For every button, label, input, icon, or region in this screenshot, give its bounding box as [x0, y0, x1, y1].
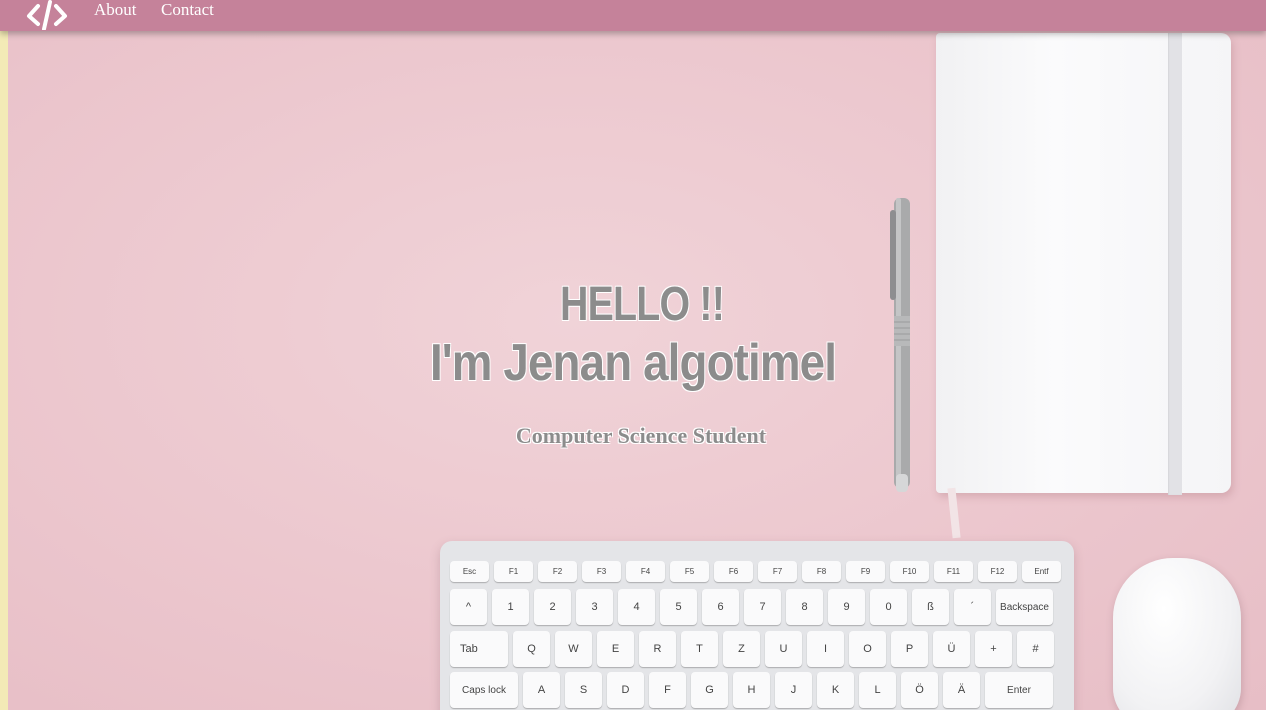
key: F1	[494, 561, 533, 582]
key: W	[555, 631, 592, 667]
key: 6	[702, 589, 739, 625]
key: 7	[744, 589, 781, 625]
key: F6	[714, 561, 753, 582]
key: F7	[758, 561, 797, 582]
key: F10	[890, 561, 929, 582]
key: 3	[576, 589, 613, 625]
key: F5	[670, 561, 709, 582]
key: F	[649, 672, 686, 708]
key: Q	[513, 631, 550, 667]
keyboard-qwertz-row: Tab Q W E R T Z U I O P Ü + #	[450, 631, 1054, 667]
hero-subtitle: Computer Science Student	[515, 423, 767, 448]
keyboard-fn-row: Esc F1 F2 F3 F4 F5 F6 F7 F8 F9 F10 F11 F…	[450, 561, 1061, 582]
key: I	[807, 631, 844, 667]
key: 8	[786, 589, 823, 625]
keyboard-home-row: Caps lock A S D F G H J K L Ö Ä Enter	[450, 672, 1053, 708]
hero-greeting: HELLO !!	[560, 278, 725, 331]
key: Tab	[450, 631, 508, 667]
nav-link-contact[interactable]: Contact	[161, 0, 214, 19]
key: J	[775, 672, 812, 708]
key: ß	[912, 589, 949, 625]
key: Backspace	[996, 589, 1053, 625]
key: 1	[492, 589, 529, 625]
key: K	[817, 672, 854, 708]
key: ^	[450, 589, 487, 625]
key: #	[1017, 631, 1054, 667]
key: F3	[582, 561, 621, 582]
key: O	[849, 631, 886, 667]
key: P	[891, 631, 928, 667]
key: A	[523, 672, 560, 708]
key: Ö	[901, 672, 938, 708]
key: 4	[618, 589, 655, 625]
key: Z	[723, 631, 760, 667]
key: 2	[534, 589, 571, 625]
key: S	[565, 672, 602, 708]
key: Ü	[933, 631, 970, 667]
key: F11	[934, 561, 973, 582]
key: F8	[802, 561, 841, 582]
key: Entf	[1022, 561, 1061, 582]
key: F4	[626, 561, 665, 582]
keyboard-number-row: ^ 1 2 3 4 5 6 7 8 9 0 ß ´ Backspace	[450, 589, 1053, 625]
hero-name: I'm Jenan algotimel	[429, 334, 837, 392]
key: F2	[538, 561, 577, 582]
key: 0	[870, 589, 907, 625]
key: D	[607, 672, 644, 708]
key: ´	[954, 589, 991, 625]
key: F12	[978, 561, 1017, 582]
key: 5	[660, 589, 697, 625]
key: Esc	[450, 561, 489, 582]
key: H	[733, 672, 770, 708]
side-strip	[0, 0, 8, 710]
key: Ä	[943, 672, 980, 708]
notebook-ribbon	[947, 487, 961, 539]
navbar: About Contact	[0, 0, 1266, 31]
keyboard-image: Esc F1 F2 F3 F4 F5 F6 F7 F8 F9 F10 F11 F…	[440, 541, 1074, 710]
key: 9	[828, 589, 865, 625]
mouse-image	[1113, 558, 1241, 710]
code-brackets-icon[interactable]	[26, 0, 68, 30]
key: L	[859, 672, 896, 708]
key: E	[597, 631, 634, 667]
key: R	[639, 631, 676, 667]
key: U	[765, 631, 802, 667]
key: Enter	[985, 672, 1053, 708]
key: +	[975, 631, 1012, 667]
key: G	[691, 672, 728, 708]
key: F9	[846, 561, 885, 582]
key: T	[681, 631, 718, 667]
nav-link-about[interactable]: About	[94, 0, 137, 19]
key: Caps lock	[450, 672, 518, 708]
